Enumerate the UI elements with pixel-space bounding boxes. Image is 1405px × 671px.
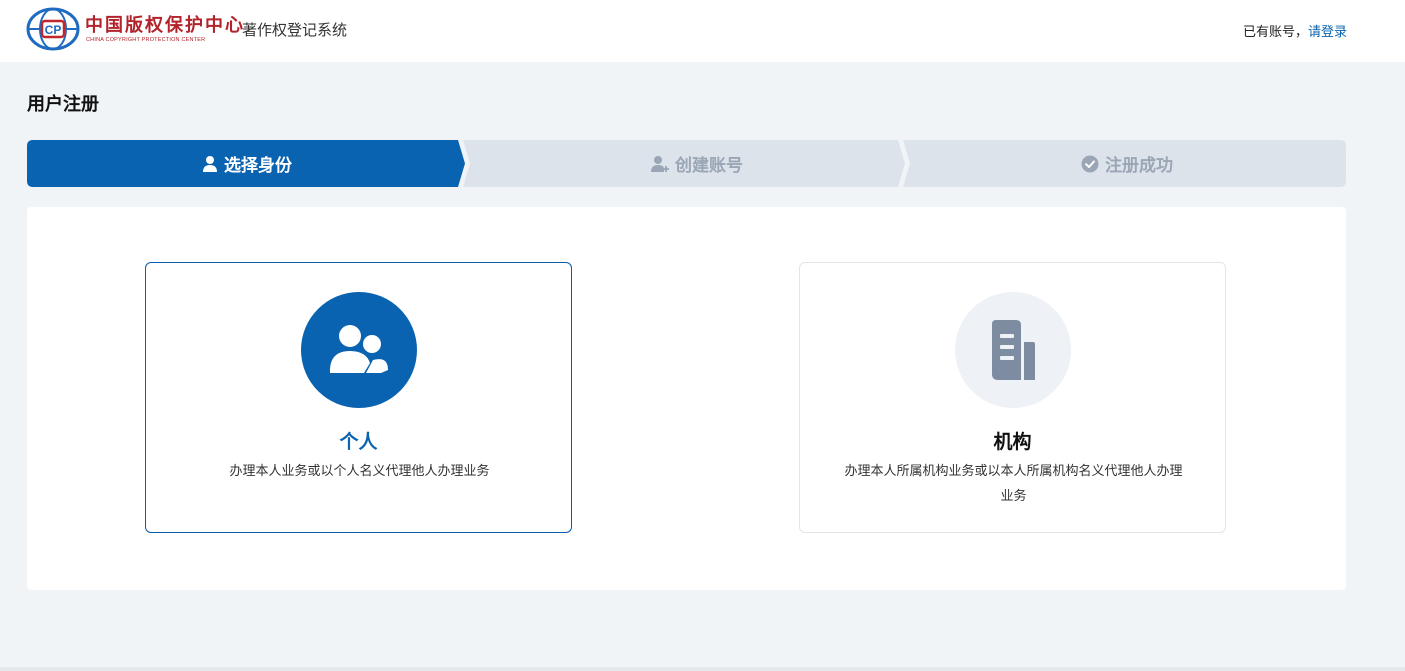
users-icon — [329, 325, 388, 373]
step-label: 注册成功 — [1105, 156, 1173, 176]
footer-divider — [0, 667, 1405, 671]
step-register-success: 注册成功 — [907, 140, 1347, 187]
card-description: 办理本人业务或以个人名义代理他人办理业务 — [229, 464, 490, 479]
registration-steps: 选择身份 创建账号 注册成功 — [27, 140, 1346, 187]
step-select-identity: 选择身份 — [27, 140, 467, 187]
check-circle-icon — [1081, 155, 1099, 172]
logo-english-text: CHINA COPYRIGHT PROTECTION CENTER — [86, 37, 206, 43]
organization-icon-circle — [955, 292, 1071, 408]
step-label: 选择身份 — [224, 156, 292, 176]
login-area: 已有账号，请登录 — [1243, 21, 1347, 40]
user-add-icon — [651, 156, 669, 172]
organization-identity-card[interactable]: 机构 办理本人所属机构业务或以本人所属机构名义代理他人办理业务 — [799, 262, 1226, 533]
step-label: 创建账号 — [675, 156, 743, 176]
step-create-account: 创建账号 — [467, 140, 927, 187]
login-link[interactable]: 请登录 — [1308, 25, 1347, 40]
svg-text:CP: CP — [45, 23, 62, 37]
top-header: CP 中国版权保护中心 CHINA COPYRIGHT PROTECTION C… — [0, 0, 1405, 62]
system-name: 著作权登记系统 — [242, 21, 348, 39]
login-prompt: 已有账号， — [1242, 25, 1308, 40]
user-icon — [203, 156, 217, 172]
document-icon — [992, 320, 1035, 380]
card-description: 办理本人所属机构业务或以本人所属机构名义代理他人办理业务 — [844, 464, 1183, 504]
identity-selection-panel: 个人 办理本人业务或以个人名义代理他人办理业务 机构 办理本人所属机构业务或以本… — [27, 207, 1346, 590]
page-title: 用户注册 — [27, 94, 99, 115]
personal-identity-card[interactable]: 个人 办理本人业务或以个人名义代理他人办理业务 — [145, 262, 572, 533]
card-title: 个人 — [339, 431, 378, 453]
ccpc-logo-icon[interactable]: CP — [26, 7, 80, 51]
personal-icon-circle — [301, 292, 417, 408]
card-title: 机构 — [993, 431, 1032, 453]
logo-chinese-text: 中国版权保护中心 — [85, 15, 245, 36]
